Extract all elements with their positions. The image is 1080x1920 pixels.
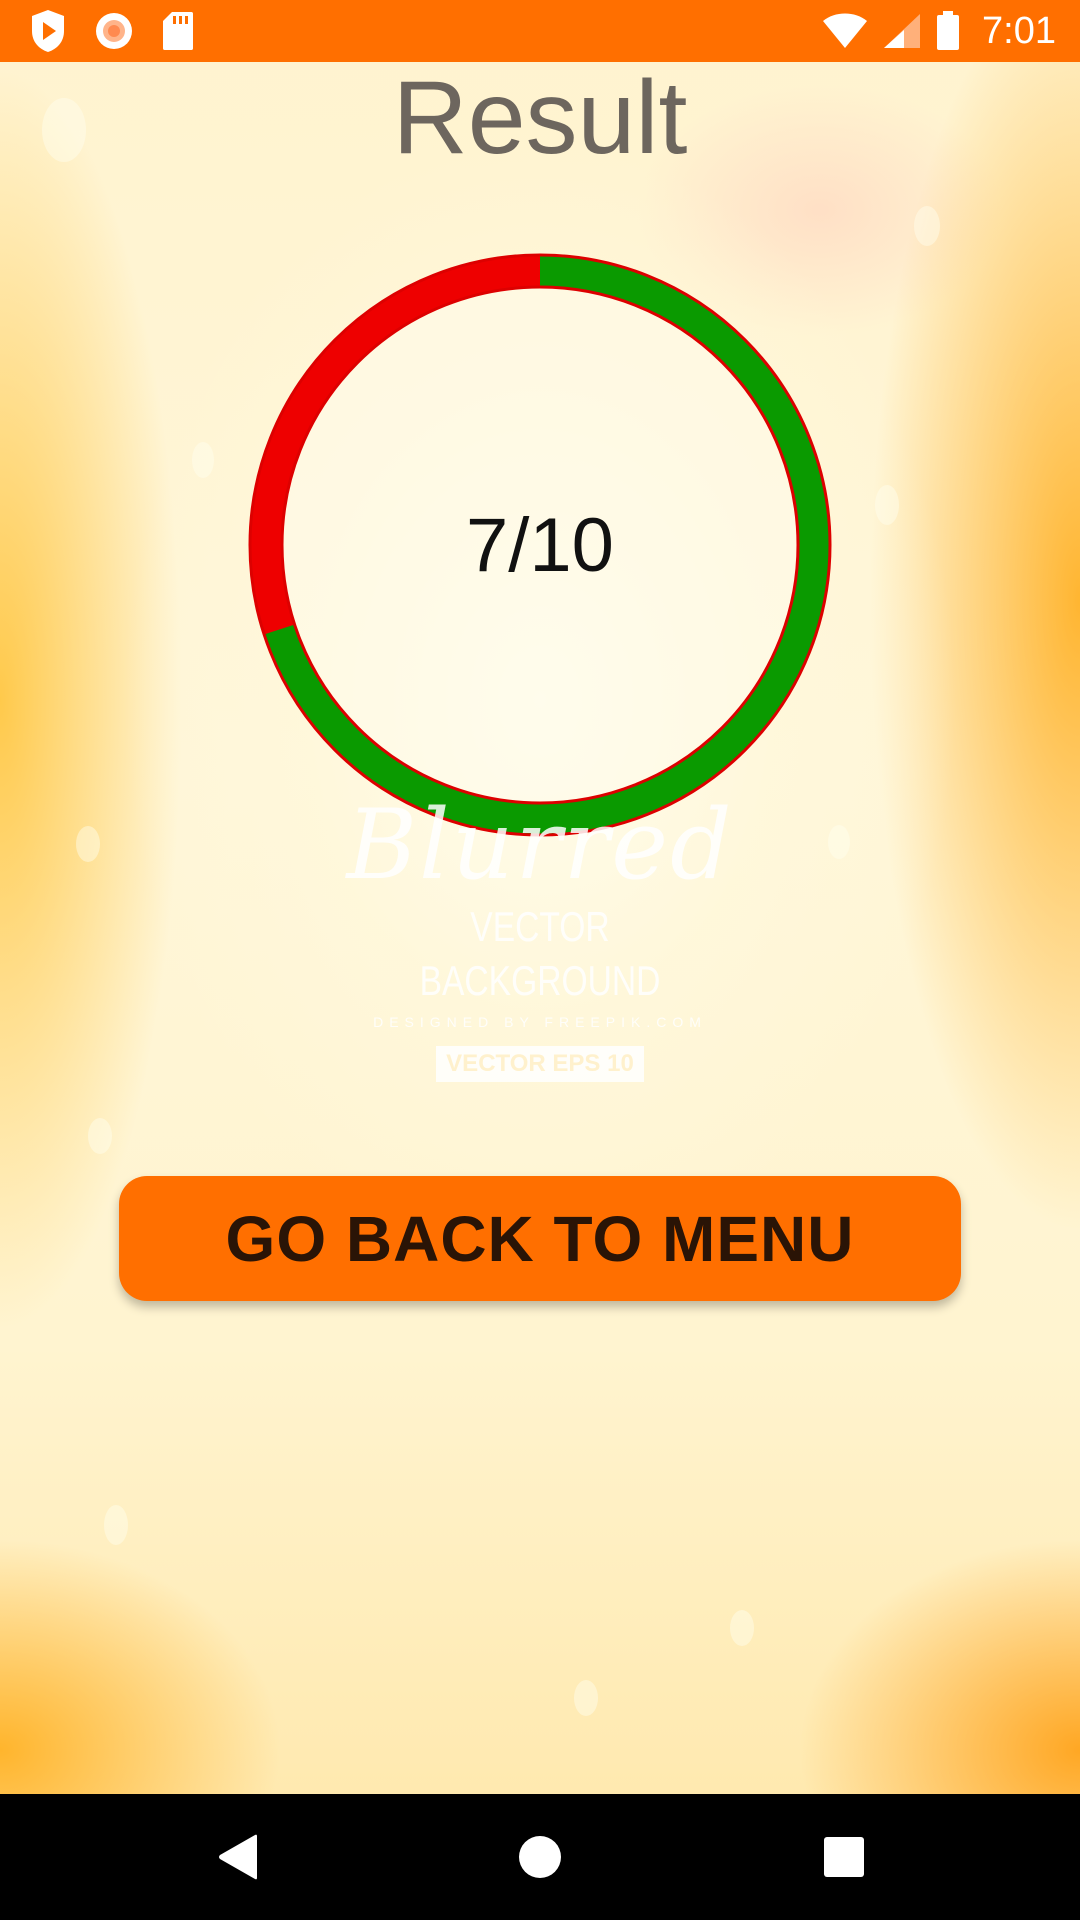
recents-icon [824,1837,864,1877]
signal-icon [884,14,921,48]
status-right-icons: 7:01 [822,10,1056,53]
bokeh-light [875,485,899,525]
bokeh-light [192,442,214,478]
nav-back-button[interactable] [148,1794,328,1920]
bokeh-light [88,1118,112,1154]
sd-card-icon [163,12,193,50]
bokeh-light [104,1505,128,1545]
watermark-title: Blurred [346,789,734,901]
watermark-subtitle: VECTOR BACKGROUND [419,903,661,1004]
status-time: 7:01 [982,9,1056,52]
nav-home-button[interactable] [450,1794,630,1920]
back-icon [219,1834,257,1880]
go-back-to-menu-button[interactable]: GO BACK TO MENU [119,1176,961,1301]
bokeh-light [914,206,940,246]
home-icon [519,1836,561,1878]
status-left-icons [30,9,222,53]
watermark-badge: VECTOR EPS 10 [436,1046,644,1082]
background-watermark: Blurred VECTOR BACKGROUND DESIGNED BY FR… [340,790,740,1082]
nav-recents-button[interactable] [754,1794,934,1920]
record-icon [96,13,132,49]
play-shield-icon [32,10,64,52]
score-text: 7/10 [466,502,614,588]
bokeh-light [730,1610,754,1646]
page-title: Result [392,60,688,176]
wifi-icon [823,13,868,48]
bokeh-light [574,1680,598,1716]
battery-icon [937,11,960,50]
bokeh-light [76,826,100,862]
status-bar: 7:01 [0,0,1080,62]
navigation-bar [0,1794,1080,1920]
watermark-small-text: DESIGNED BY FREEPIK.COM [373,1014,707,1030]
